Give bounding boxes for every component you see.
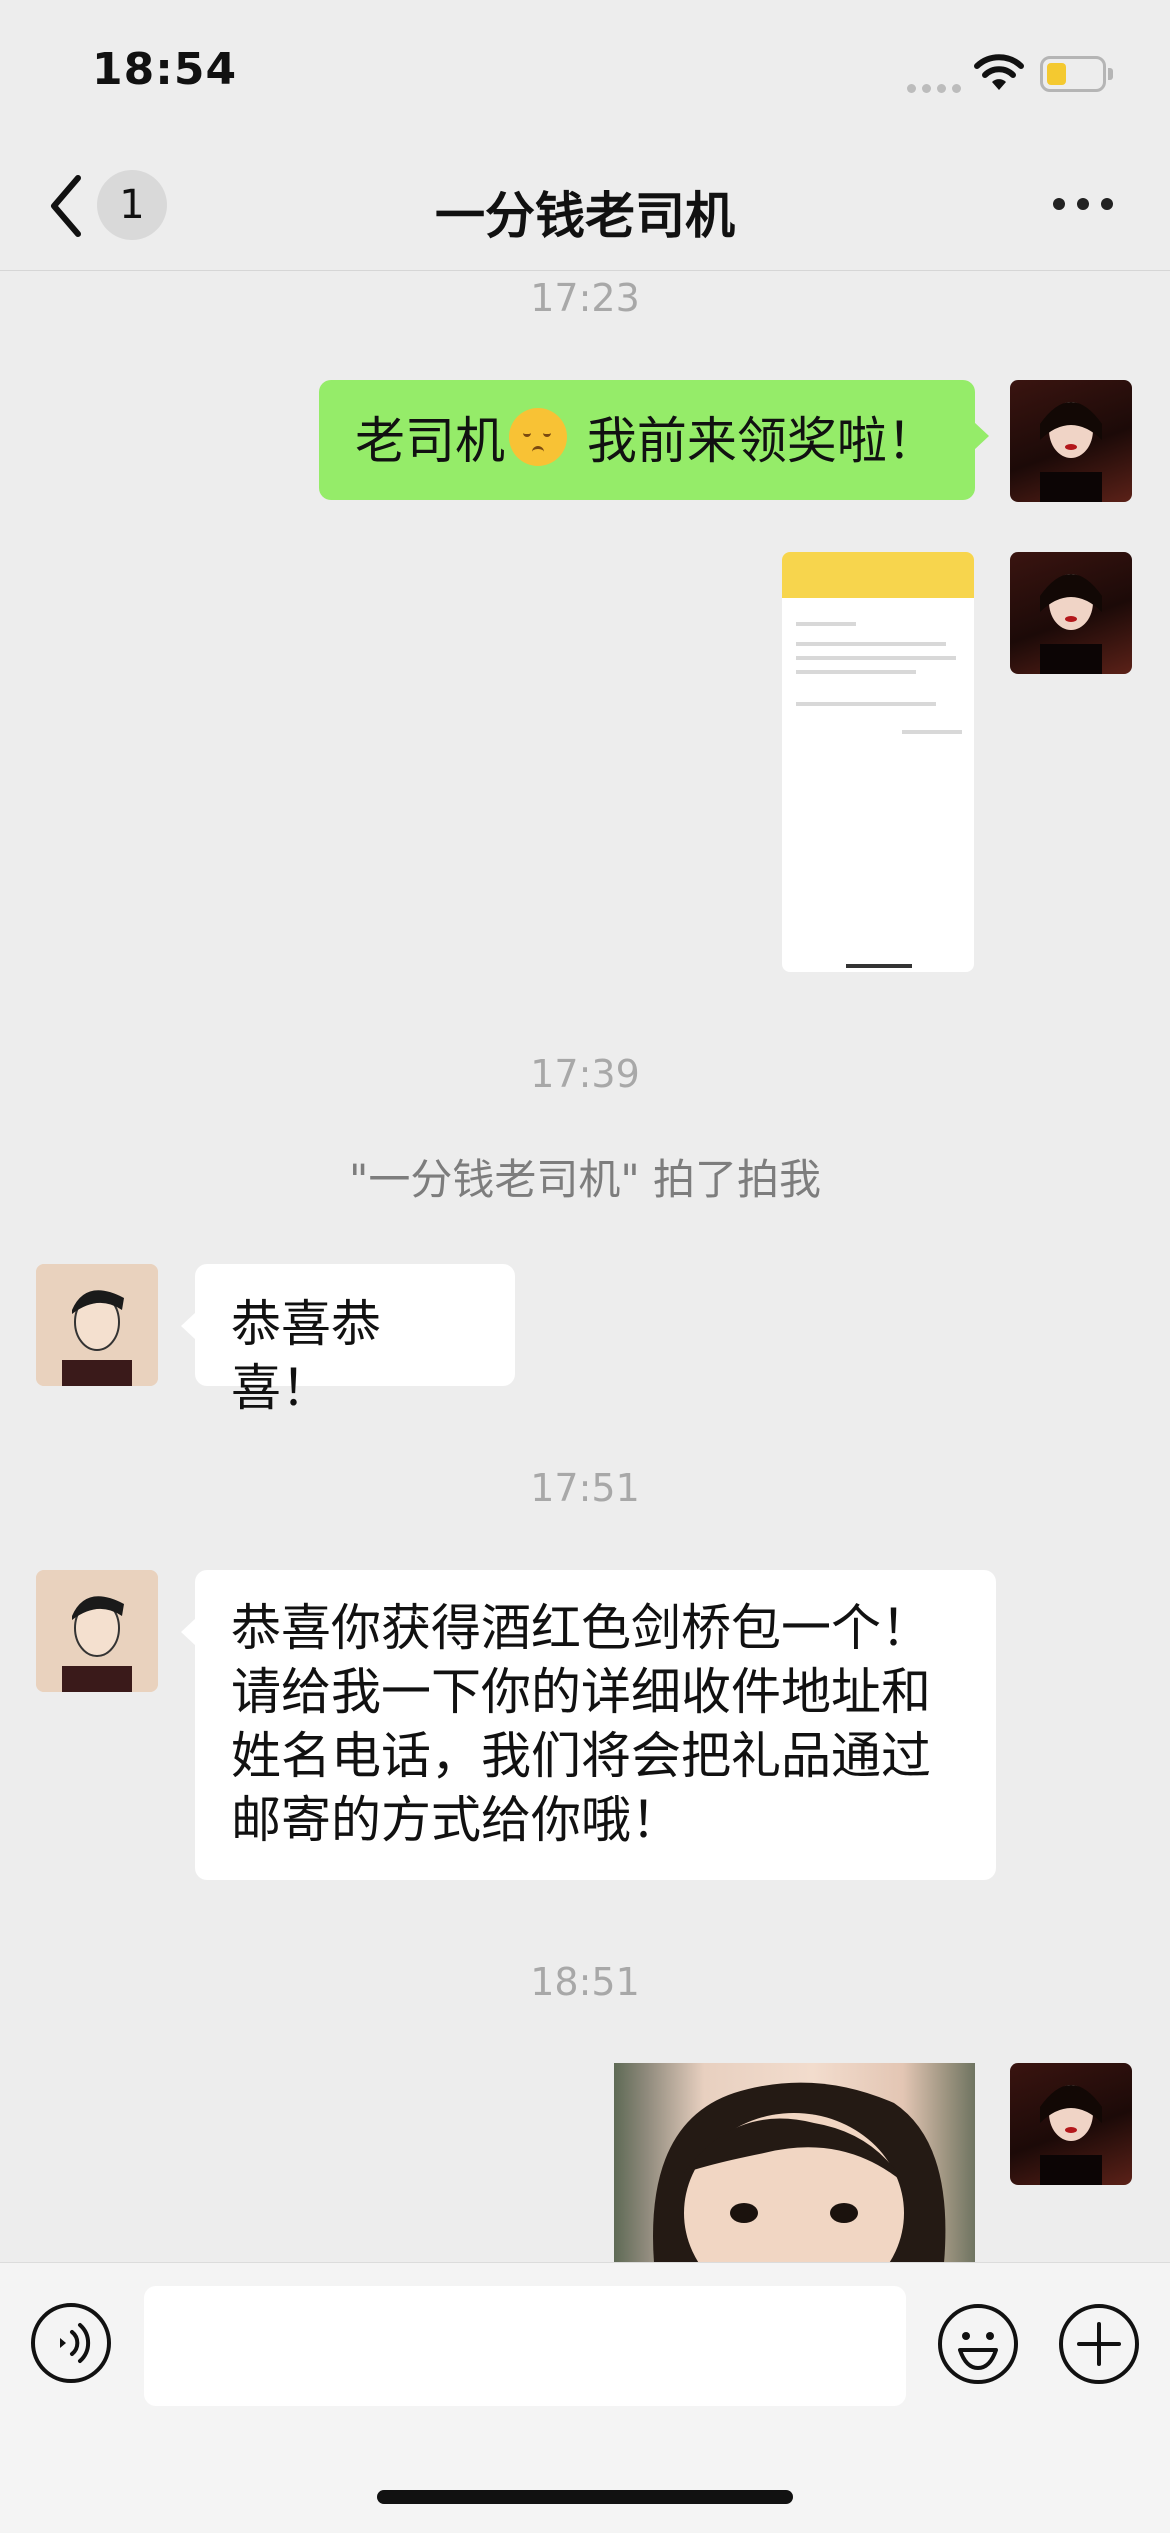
my-avatar[interactable] (1010, 2063, 1132, 2185)
sent-message-bubble[interactable]: 老司机 我前来领奖啦！ (319, 380, 989, 500)
timestamp: 17:51 (530, 1466, 640, 1510)
wifi-icon (974, 54, 1024, 90)
message-line: 姓名电话，我们将会把礼品通过 (231, 1727, 931, 1785)
timestamp: 18:51 (530, 1960, 640, 2004)
battery-level (1047, 63, 1066, 85)
my-avatar[interactable] (1010, 552, 1132, 674)
message-line: 请给我一下你的详细收件地址和 (231, 1663, 931, 1721)
photo-image[interactable] (614, 2063, 975, 2263)
plus-circle-icon[interactable] (1057, 2302, 1141, 2386)
emoji-icon[interactable] (936, 2302, 1020, 2386)
message-input[interactable] (144, 2286, 906, 2406)
signal-dot (952, 84, 961, 93)
chat-title: 一分钱老司机 (435, 187, 735, 245)
home-indicator (377, 2490, 793, 2504)
signal-dot (937, 84, 946, 93)
contact-avatar[interactable] (36, 1570, 158, 1692)
signal-dot (922, 84, 931, 93)
message-line: 恭喜你获得酒红色剑桥包一个！ (231, 1599, 931, 1657)
timestamp: 17:23 (530, 276, 640, 320)
message-line: 邮寄的方式给你哦！ (231, 1791, 681, 1849)
received-message-bubble[interactable]: 恭喜恭喜！ (181, 1264, 515, 1417)
status-time: 18:54 (92, 44, 238, 95)
contact-avatar[interactable] (36, 1264, 158, 1386)
voice-icon[interactable] (30, 2302, 112, 2384)
received-message-bubble[interactable]: 恭喜你获得酒红色剑桥包一个！ 请给我一下你的详细收件地址和 姓名电话，我们将会把… (181, 1570, 996, 1880)
message-text: 我前来领奖啦！ (571, 412, 937, 470)
my-avatar[interactable] (1010, 380, 1132, 502)
pat-system-tip: "一分钱老司机" 拍了拍我 (349, 1155, 821, 1204)
battery-cap (1108, 68, 1113, 80)
message-text: 老司机 (355, 412, 505, 470)
emoji-pleading-icon (509, 408, 567, 466)
signal-dot (907, 84, 916, 93)
message-text: 恭喜恭喜！ (231, 1295, 381, 1417)
screenshot-image[interactable] (782, 552, 974, 972)
more-horizontal-icon[interactable] (1053, 198, 1113, 212)
timestamp: 17:39 (530, 1052, 640, 1096)
battery-icon (1040, 56, 1106, 92)
